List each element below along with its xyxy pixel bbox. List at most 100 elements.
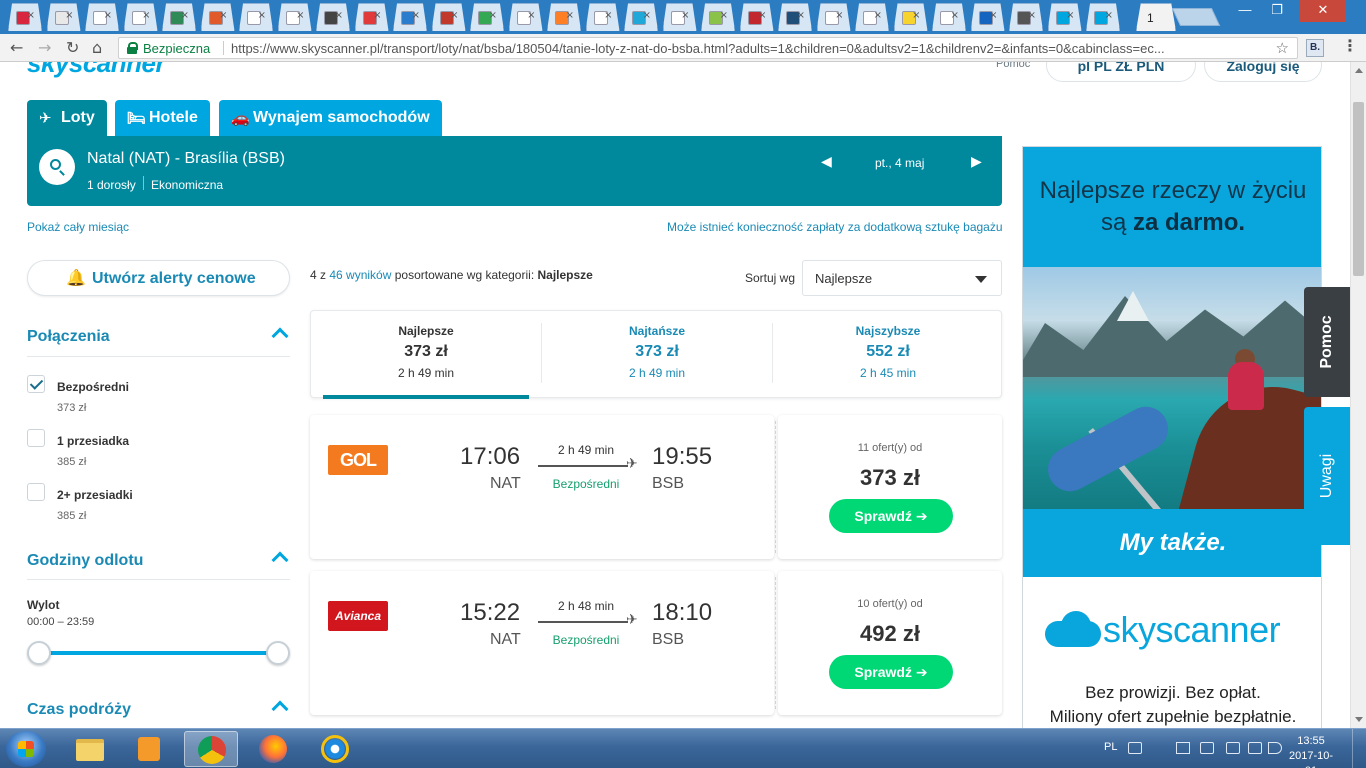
browser-tab[interactable]: × bbox=[162, 3, 196, 31]
search-button[interactable] bbox=[39, 149, 75, 185]
taskbar-explorer[interactable] bbox=[62, 731, 116, 767]
departure-slider-min-handle[interactable] bbox=[27, 641, 51, 665]
browser-tab[interactable]: × bbox=[200, 3, 235, 31]
browser-tab[interactable]: × bbox=[701, 3, 735, 31]
duration-filter-header[interactable]: Czas podróży bbox=[27, 700, 290, 719]
taskbar-media-player[interactable] bbox=[122, 731, 176, 767]
forward-icon[interactable]: → bbox=[38, 39, 51, 57]
tab-close-icon[interactable]: × bbox=[219, 10, 227, 21]
tab-close-icon[interactable]: × bbox=[758, 10, 766, 21]
stop-filter-two-plus-checkbox[interactable] bbox=[27, 483, 45, 501]
tab-close-icon[interactable]: × bbox=[296, 10, 304, 21]
departure-slider-track[interactable] bbox=[39, 651, 279, 655]
tab-car-hire[interactable]: 🚗 Wynajem samochodów bbox=[219, 100, 442, 136]
browser-tab[interactable]: × bbox=[277, 3, 312, 31]
tab-close-icon[interactable]: × bbox=[104, 10, 112, 21]
taskbar-chrome[interactable] bbox=[184, 731, 238, 767]
flight-result-card[interactable]: GOL 17:06 NAT 2 h 49 min ✈ Bezpośredni 1… bbox=[310, 415, 1002, 559]
warning-icon[interactable] bbox=[1200, 742, 1214, 754]
tab-close-icon[interactable]: × bbox=[681, 10, 689, 21]
browser-tab[interactable]: × bbox=[855, 3, 889, 31]
new-tab-button[interactable] bbox=[1171, 8, 1221, 26]
extension-icon[interactable]: B. bbox=[1306, 39, 1324, 57]
tab-close-icon[interactable]: × bbox=[604, 10, 612, 21]
tab-close-icon[interactable]: × bbox=[450, 10, 458, 21]
stop-filter-direct-checkbox[interactable] bbox=[27, 375, 45, 393]
browser-tab[interactable]: × bbox=[508, 3, 543, 31]
tab-close-icon[interactable]: × bbox=[181, 10, 189, 21]
browser-tab[interactable]: × bbox=[585, 3, 620, 31]
back-icon[interactable]: ← bbox=[10, 39, 23, 57]
volume-icon[interactable] bbox=[1268, 742, 1282, 754]
tab-close-icon[interactable]: × bbox=[489, 10, 497, 21]
locale-button[interactable]: pl PL ZŁ PLN bbox=[1046, 62, 1196, 82]
browser-tab-active[interactable]: 1 bbox=[1136, 3, 1176, 31]
flight-itinerary[interactable]: GOL 17:06 NAT 2 h 49 min ✈ Bezpośredni 1… bbox=[310, 415, 774, 559]
browser-tab[interactable]: × bbox=[662, 3, 697, 31]
tab-close-icon[interactable]: × bbox=[1066, 10, 1074, 21]
whole-month-link[interactable]: Pokaż cały miesiąc bbox=[27, 220, 129, 234]
keyboard-icon[interactable] bbox=[1128, 742, 1142, 754]
tab-close-icon[interactable]: × bbox=[27, 10, 35, 21]
bookmark-star-icon[interactable]: ☆ bbox=[1276, 39, 1289, 57]
check-offer-button[interactable]: Sprawdź ➔ bbox=[829, 655, 953, 689]
tab-close-icon[interactable]: × bbox=[142, 10, 150, 21]
browser-tab[interactable]: × bbox=[970, 3, 1005, 31]
times-filter-header[interactable]: Godziny odlotu bbox=[27, 551, 290, 570]
browser-tab[interactable]: × bbox=[932, 3, 966, 31]
tab-close-icon[interactable]: × bbox=[527, 10, 535, 21]
browser-tab[interactable]: × bbox=[893, 3, 928, 31]
device-icon[interactable] bbox=[1226, 742, 1240, 754]
connections-filter-header[interactable]: Połączenia bbox=[27, 327, 290, 346]
tab-close-icon[interactable]: × bbox=[258, 10, 266, 21]
search-summary[interactable]: Natal (NAT) - Brasília (BSB) 1 dorosły E… bbox=[27, 136, 1002, 206]
tab-close-icon[interactable]: × bbox=[335, 10, 343, 21]
network-icon[interactable] bbox=[1248, 742, 1262, 754]
browser-tab[interactable]: × bbox=[778, 3, 812, 31]
taskbar-firefox[interactable] bbox=[246, 731, 300, 767]
scrollbar-thumb[interactable] bbox=[1353, 102, 1364, 276]
browser-tab[interactable]: × bbox=[431, 3, 466, 31]
scroll-up-icon[interactable] bbox=[1355, 68, 1363, 73]
sort-tab-fastest[interactable]: Najszybsze 552 zł 2 h 45 min bbox=[773, 311, 1003, 399]
input-language[interactable]: PL bbox=[1104, 741, 1117, 753]
browser-tab[interactable]: × bbox=[1009, 3, 1043, 31]
close-window-button[interactable]: ✕ bbox=[1300, 0, 1346, 22]
tab-flights[interactable]: ✈ Loty bbox=[27, 100, 107, 136]
help-link[interactable]: Pomoc bbox=[996, 62, 1030, 70]
tab-close-icon[interactable]: × bbox=[835, 10, 843, 21]
browser-tab[interactable]: × bbox=[624, 3, 658, 31]
tab-close-icon[interactable]: × bbox=[912, 10, 920, 21]
previous-day-icon[interactable]: ◀ bbox=[821, 154, 832, 170]
tab-close-icon[interactable]: × bbox=[1028, 10, 1036, 21]
windows-start-button[interactable] bbox=[6, 731, 46, 767]
price-alert-button[interactable]: 🔔 Utwórz alerty cenowe bbox=[27, 260, 290, 296]
tab-close-icon[interactable]: × bbox=[989, 10, 997, 21]
browser-tab[interactable]: × bbox=[46, 3, 81, 31]
check-offer-button[interactable]: Sprawdź ➔ bbox=[829, 499, 953, 533]
browser-tab[interactable]: × bbox=[85, 3, 119, 31]
tab-close-icon[interactable]: × bbox=[1105, 10, 1113, 21]
reload-icon[interactable]: ↻ bbox=[66, 39, 79, 57]
browser-tab[interactable]: × bbox=[739, 3, 774, 31]
skyscanner-logo[interactable]: skyscanner bbox=[27, 62, 166, 79]
browser-tab[interactable]: × bbox=[816, 3, 851, 31]
tab-hotels[interactable]: 🛏 Hotele bbox=[115, 100, 210, 136]
browser-tab[interactable]: × bbox=[547, 3, 581, 31]
tab-close-icon[interactable]: × bbox=[874, 10, 882, 21]
page-scrollbar[interactable] bbox=[1350, 62, 1366, 728]
browser-tab[interactable]: × bbox=[239, 3, 273, 31]
next-day-icon[interactable]: ▶ bbox=[971, 154, 982, 170]
browser-tab[interactable]: × bbox=[470, 3, 504, 31]
tab-close-icon[interactable]: × bbox=[643, 10, 651, 21]
flight-itinerary[interactable]: Avianca 15:22 NAT 2 h 48 min ✈ Bezpośred… bbox=[310, 571, 774, 715]
show-desktop-button[interactable] bbox=[1352, 729, 1366, 768]
browser-tab[interactable]: × bbox=[1047, 3, 1082, 31]
browser-tab[interactable]: × bbox=[393, 3, 427, 31]
departure-slider-max-handle[interactable] bbox=[266, 641, 290, 665]
tab-close-icon[interactable]: × bbox=[951, 10, 959, 21]
tab-close-icon[interactable]: × bbox=[797, 10, 805, 21]
feedback-side-tab[interactable]: Uwagi bbox=[1304, 407, 1350, 545]
sort-tab-best[interactable]: Najlepsze 373 zł 2 h 49 min bbox=[311, 311, 541, 399]
maximize-button[interactable]: ❐ bbox=[1262, 0, 1292, 22]
